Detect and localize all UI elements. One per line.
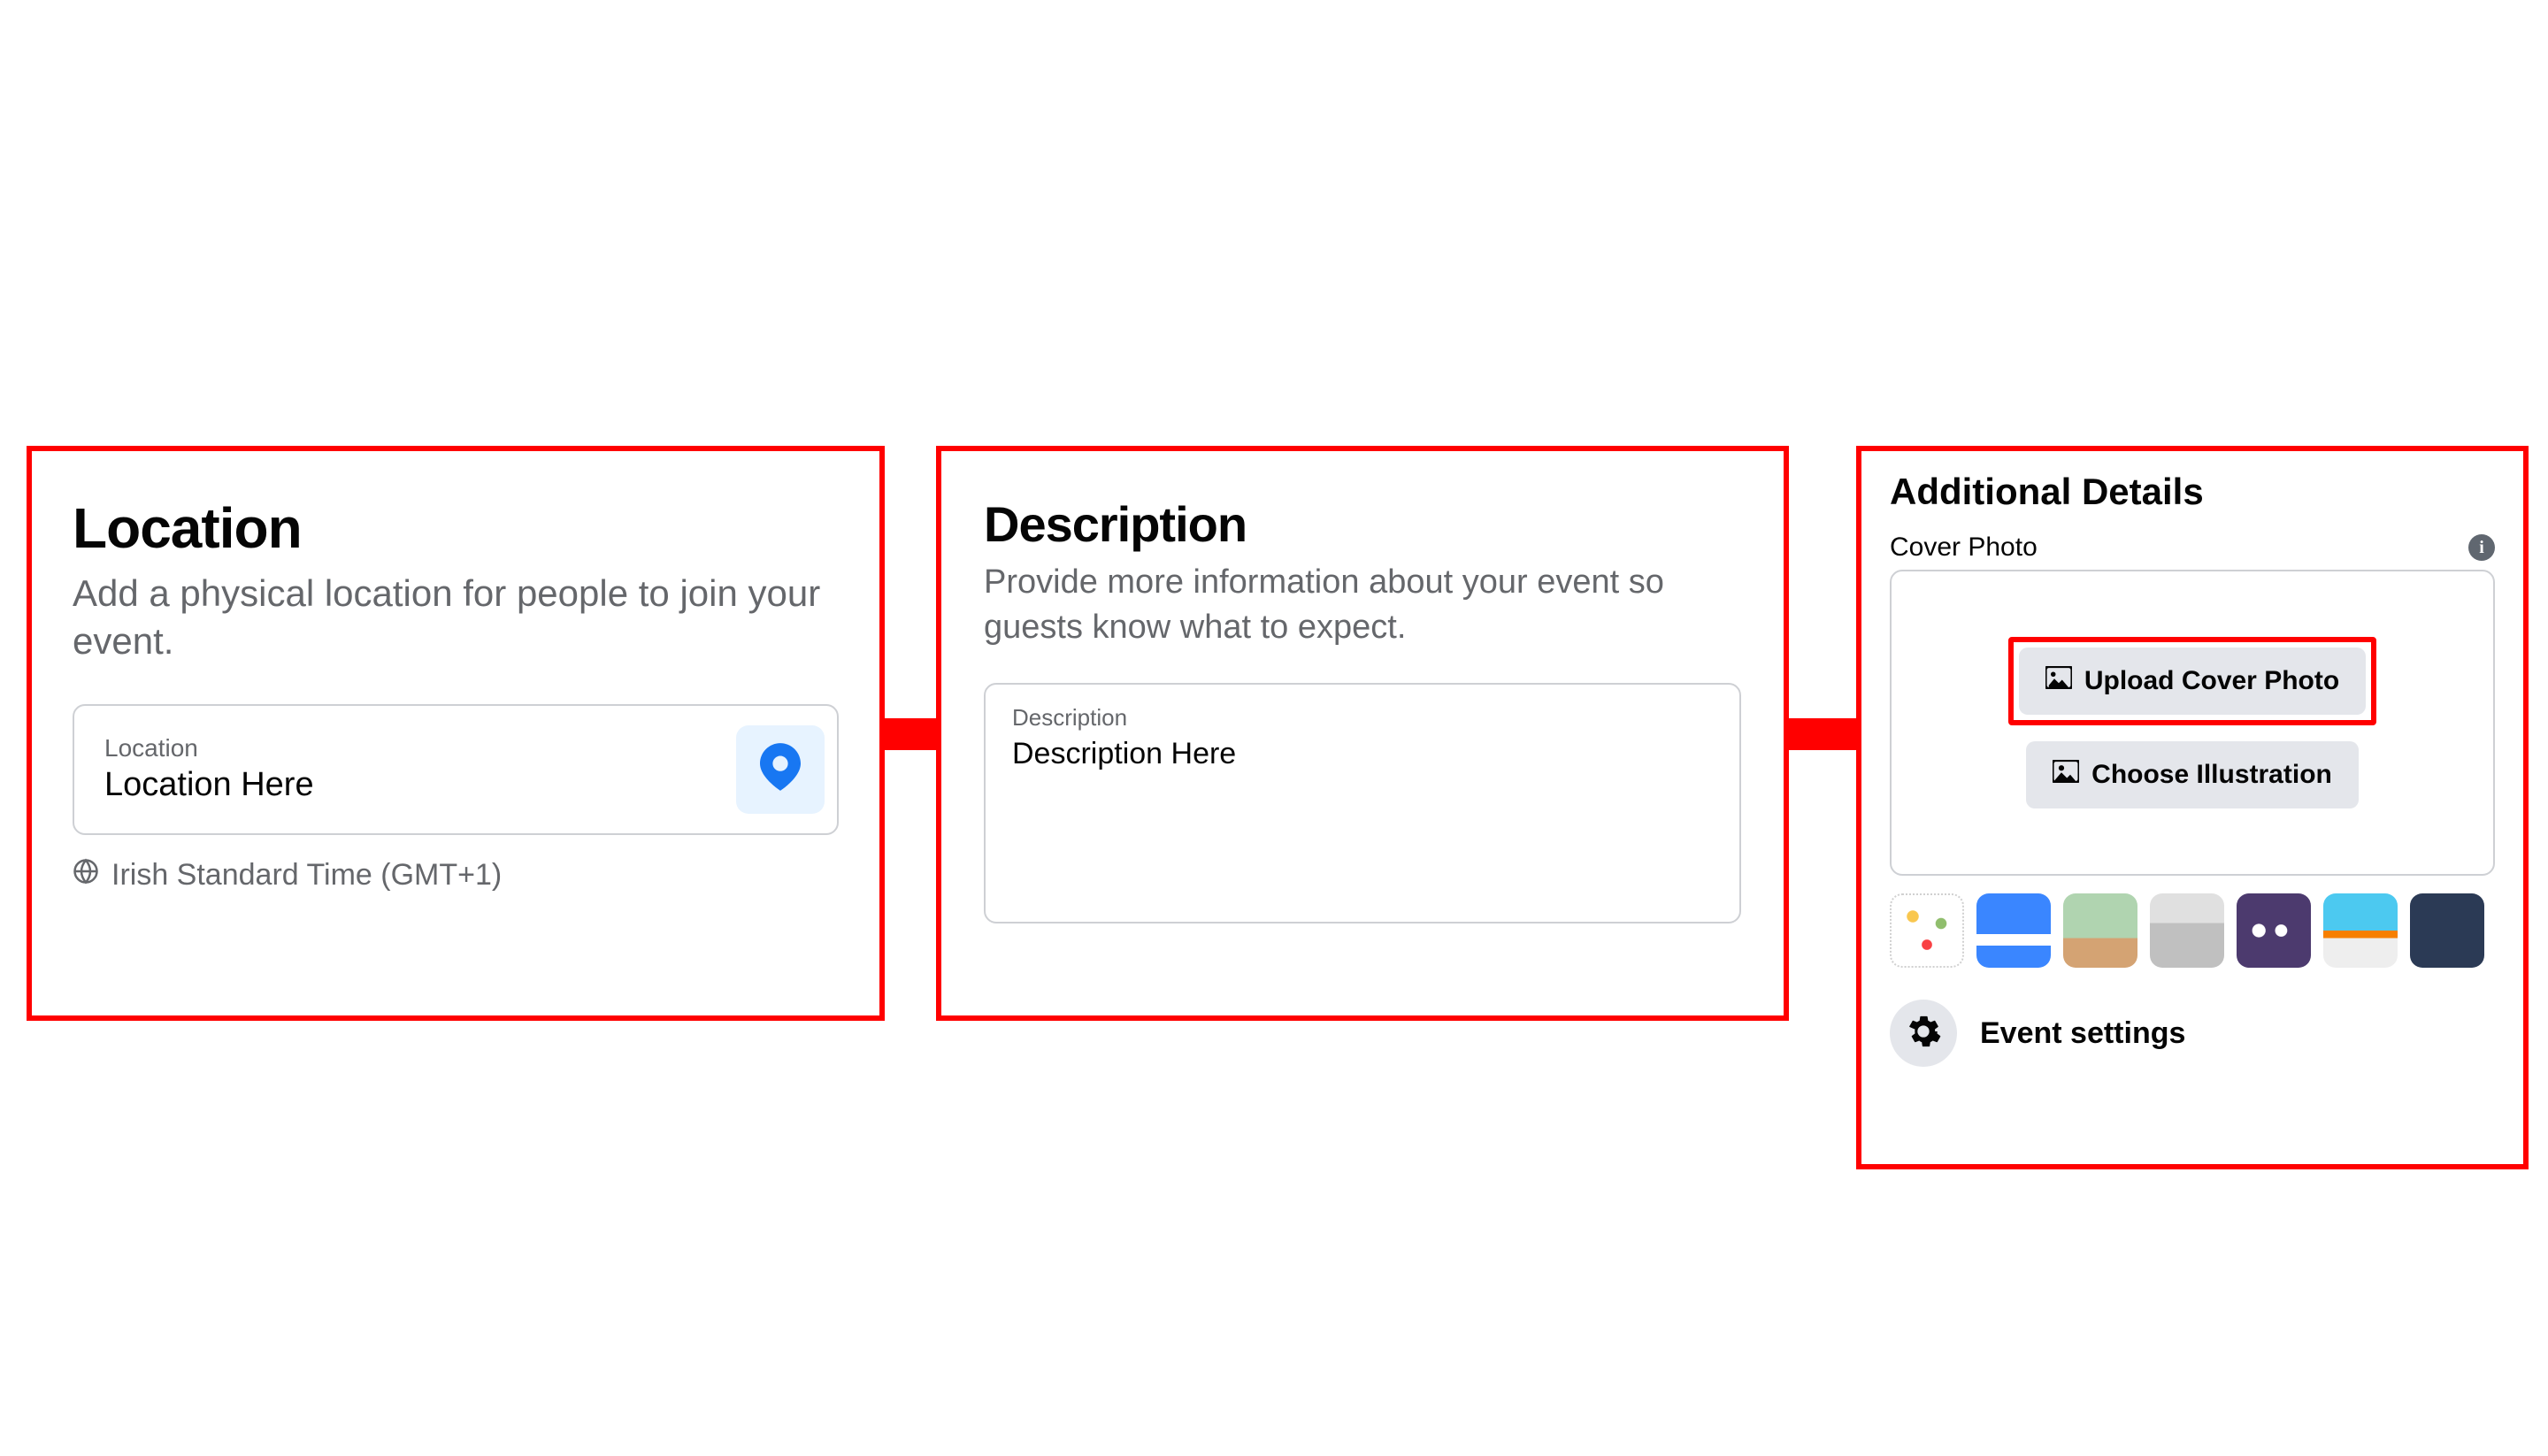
cover-photo-frame: Upload Cover Photo Choose Illustration — [1890, 570, 2495, 876]
cover-photo-label: Cover Photo — [1890, 533, 2038, 563]
illustration-thumb-7[interactable] — [2410, 893, 2484, 968]
location-field-label: Location — [104, 734, 736, 762]
gear-icon — [1906, 1014, 1941, 1054]
description-field-label: Description — [1012, 704, 1713, 732]
illustration-thumb-5[interactable] — [2237, 893, 2311, 968]
map-pin-icon — [760, 743, 801, 795]
upload-cover-photo-button[interactable]: Upload Cover Photo — [2019, 648, 2366, 715]
upload-button-label: Upload Cover Photo — [2084, 666, 2339, 696]
image-icon — [2053, 760, 2079, 790]
upload-highlight: Upload Cover Photo — [2008, 637, 2376, 725]
location-field-value: Location Here — [104, 766, 736, 804]
illustration-thumb-1[interactable] — [1890, 893, 1964, 968]
additional-details-panel: Additional Details Cover Photo i Upload … — [1856, 446, 2529, 1169]
illustration-button-label: Choose Illustration — [2091, 760, 2332, 790]
additional-title: Additional Details — [1890, 471, 2495, 513]
illustration-thumb-3[interactable] — [2063, 893, 2137, 968]
illustration-thumb-4[interactable] — [2150, 893, 2224, 968]
description-title: Description — [984, 495, 1741, 553]
description-field-value: Description Here — [1012, 737, 1713, 771]
event-settings-label: Event settings — [1980, 1016, 2185, 1051]
location-subtitle: Add a physical location for people to jo… — [73, 570, 839, 665]
timezone-text: Irish Standard Time (GMT+1) — [111, 858, 502, 893]
globe-icon — [73, 858, 99, 893]
illustration-thumbnails — [1890, 893, 2495, 968]
description-subtitle: Provide more information about your even… — [984, 560, 1741, 651]
connector-2 — [1789, 718, 1856, 750]
info-icon[interactable]: i — [2468, 534, 2495, 561]
location-title: Location — [73, 495, 839, 561]
timezone-row: Irish Standard Time (GMT+1) — [73, 858, 839, 893]
connector-1 — [885, 718, 936, 750]
location-input[interactable]: Location Location Here — [73, 704, 839, 835]
location-panel: Location Add a physical location for peo… — [27, 446, 885, 1021]
choose-illustration-button[interactable]: Choose Illustration — [2026, 741, 2359, 808]
image-upload-icon — [2045, 666, 2072, 696]
illustration-thumb-2[interactable] — [1976, 893, 2051, 968]
description-input[interactable]: Description Description Here — [984, 683, 1741, 923]
description-panel: Description Provide more information abo… — [936, 446, 1789, 1021]
illustration-thumb-6[interactable] — [2323, 893, 2398, 968]
location-pin-button[interactable] — [736, 725, 825, 814]
event-settings-button[interactable]: Event settings — [1890, 1000, 2495, 1067]
